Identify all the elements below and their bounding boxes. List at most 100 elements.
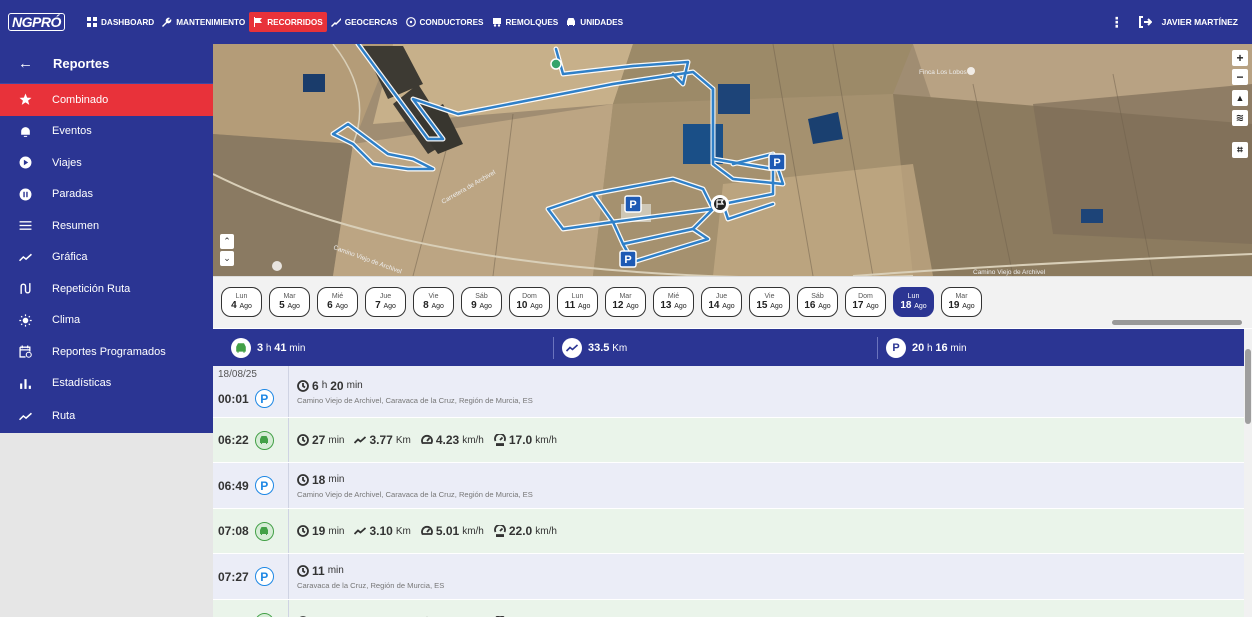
date-day: 13 Ago [660,300,687,311]
timeline-row-trip[interactable]: 07:08 19 min 3.10 Km 5.01 km/h 22.0 km/h [213,509,1244,554]
date-pill[interactable]: Lun 18 Ago [893,287,934,317]
date-weekday: Lun [907,293,920,300]
flag-icon [254,17,263,27]
pause-icon [18,187,32,201]
timeline-row-trip[interactable]: 06:22 27 min 3.77 Km 4.23 km/h 17.0 km/h [213,418,1244,463]
date-day: 11 Ago [564,300,591,311]
start-marker[interactable] [550,58,562,70]
speedometer-icon [420,526,433,535]
geofence-icon [330,18,341,27]
distance-icon [562,337,582,358]
date-pill[interactable]: Vie 15 Ago [749,287,790,317]
timeline-row-stop[interactable]: 06:49 P 18 min Camino Viejo de Archivel, Car… [213,463,1244,509]
date-pill[interactable]: Dom 10 Ago [509,287,550,317]
stop-address: Camino Viejo de Archivel, Caravaca de la… [297,395,533,405]
sidebar-item-clima[interactable]: Clima [0,305,213,337]
parking-marker[interactable]: P [624,195,642,213]
max-speed: 22.0 km/h [493,524,557,538]
user-menu[interactable]: JAVIER MARTÍNEZ [1138,15,1238,29]
date-day: 10 Ago [516,300,543,311]
date-pill[interactable]: Sáb 16 Ago [797,287,838,317]
date-scrollbar[interactable] [213,319,1252,326]
nav-geocercas[interactable]: GEOCERCAS [327,12,402,32]
date-pill[interactable]: Mar 5 Ago [269,287,310,317]
logout-icon [1138,16,1152,28]
duration: 19 min [297,524,344,538]
zoom-in-button[interactable]: + [1232,50,1248,66]
date-day: 14 Ago [708,300,735,311]
sidebar-item-grafica[interactable]: Gráfica [0,242,213,274]
map-road-label: Camino Viejo de Archivel [973,269,1046,276]
date-day: 6 Ago [327,300,348,311]
nav-remolques[interactable]: REMOLQUES [488,12,563,32]
nav-mantenimiento[interactable]: MANTENIMIENTO [158,12,249,32]
avg-speed: 4.23 km/h [420,433,484,447]
date-weekday: Lun [235,293,248,300]
svg-text:P: P [773,157,780,169]
sidebar-item-paradas[interactable]: Paradas [0,179,213,211]
satellite-map[interactable]: P P P Finca Los Lobos Camino Viejo de Ar… [213,44,1252,276]
more-menu-icon[interactable]: ⋮ [1110,14,1124,31]
map-place-label: Finca Los Lobos [919,69,967,76]
parking-marker[interactable]: P [768,153,786,171]
back-arrow-icon[interactable]: ← [18,55,33,72]
date-pill[interactable]: Mar 12 Ago [605,287,646,317]
star-icon [18,93,32,107]
sun-icon [18,313,32,327]
summary-bar: 3 h 41 min 33.5 Km P 20 h 16 min [213,329,1244,366]
date-pill[interactable]: Mié 13 Ago [653,287,694,317]
date-pill[interactable]: Vie 8 Ago [413,287,454,317]
date-pill[interactable]: Lun 11 Ago [557,287,598,317]
date-weekday: Sáb [811,293,824,300]
sidebar-item-eventos[interactable]: Eventos [0,116,213,148]
nav-unidades[interactable]: UNIDADES [562,12,627,32]
driver-icon [405,17,416,27]
parking-badge-icon: P [254,389,274,408]
nav-dashboard[interactable]: DASHBOARD [83,12,158,32]
nav-conductores[interactable]: CONDUCTORES [402,12,488,32]
date-pill[interactable]: Dom 17 Ago [845,287,886,317]
stop-address: Camino Viejo de Archivel, Caravaca de la… [297,489,533,499]
duration: 18 min [297,473,344,487]
duration: 6 h 20 min [297,379,363,393]
compass-button[interactable]: ▲ [1232,90,1248,106]
sidebar-item-ruta[interactable]: Ruta [0,399,213,433]
row-time: 07:08 [218,524,249,538]
sidebar-item-combinado[interactable]: Combinado [0,84,213,116]
date-pill[interactable]: Mar 19 Ago [941,287,982,317]
date-weekday: Lun [571,293,584,300]
nav-recorridos[interactable]: RECORRIDOS [249,12,327,32]
date-pill[interactable]: Lun 4 Ago [221,287,262,317]
sidebar-item-estadisticas[interactable]: Estadísticas [0,368,213,400]
sidebar-item-viajes[interactable]: Viajes [0,147,213,179]
timeline-row-stop[interactable]: 18/08/25 00:01 P 6 h 20 min Camino Viejo de Arc… [213,366,1244,418]
date-day: 7 Ago [375,300,396,311]
date-pill[interactable]: Sáb 9 Ago [461,287,502,317]
sidebar-item-reportes-programados[interactable]: Reportes Programados [0,336,213,368]
timeline-row-trip[interactable]: 07:3930min 4.01Km 3.99km/h 26.0km/h [213,600,1244,617]
current-position-marker[interactable] [711,195,729,213]
parking-marker[interactable]: P [619,250,637,268]
route-replay-icon [18,282,32,296]
summary-distance: 33.5 Km [554,337,877,358]
sidebar-item-resumen[interactable]: Resumen [0,210,213,242]
zoom-out-button[interactable]: − [1232,69,1248,85]
date-pill[interactable]: Jue 14 Ago [701,287,742,317]
layers-button[interactable]: ≋ [1232,110,1248,126]
row-time: 07:27 [218,569,249,584]
date-pill[interactable]: Jue 7 Ago [365,287,406,317]
trend-icon [18,250,32,264]
date-pill[interactable]: Mié 6 Ago [317,287,358,317]
chevron-up-icon[interactable]: ⌃ [220,234,234,249]
fullscreen-button[interactable]: ⌗ [1232,142,1248,158]
timeline-row-stop[interactable]: 07:27 P 11 min Caravaca de la Cruz, Región d… [213,554,1244,600]
timeline-scrollbar[interactable] [1244,329,1252,617]
chevron-down-icon[interactable]: ⌄ [220,251,234,266]
distance: 3.77 Km [354,433,411,447]
sidebar-header: ← Reportes [0,44,213,84]
date-weekday: Jue [379,293,392,300]
clock-icon [297,525,309,537]
app-logo[interactable]: NGPRÓ [8,6,83,38]
sidebar-item-repeticion-ruta[interactable]: Repetición Ruta [0,273,213,305]
max-speed: 17.0 km/h [493,433,557,447]
